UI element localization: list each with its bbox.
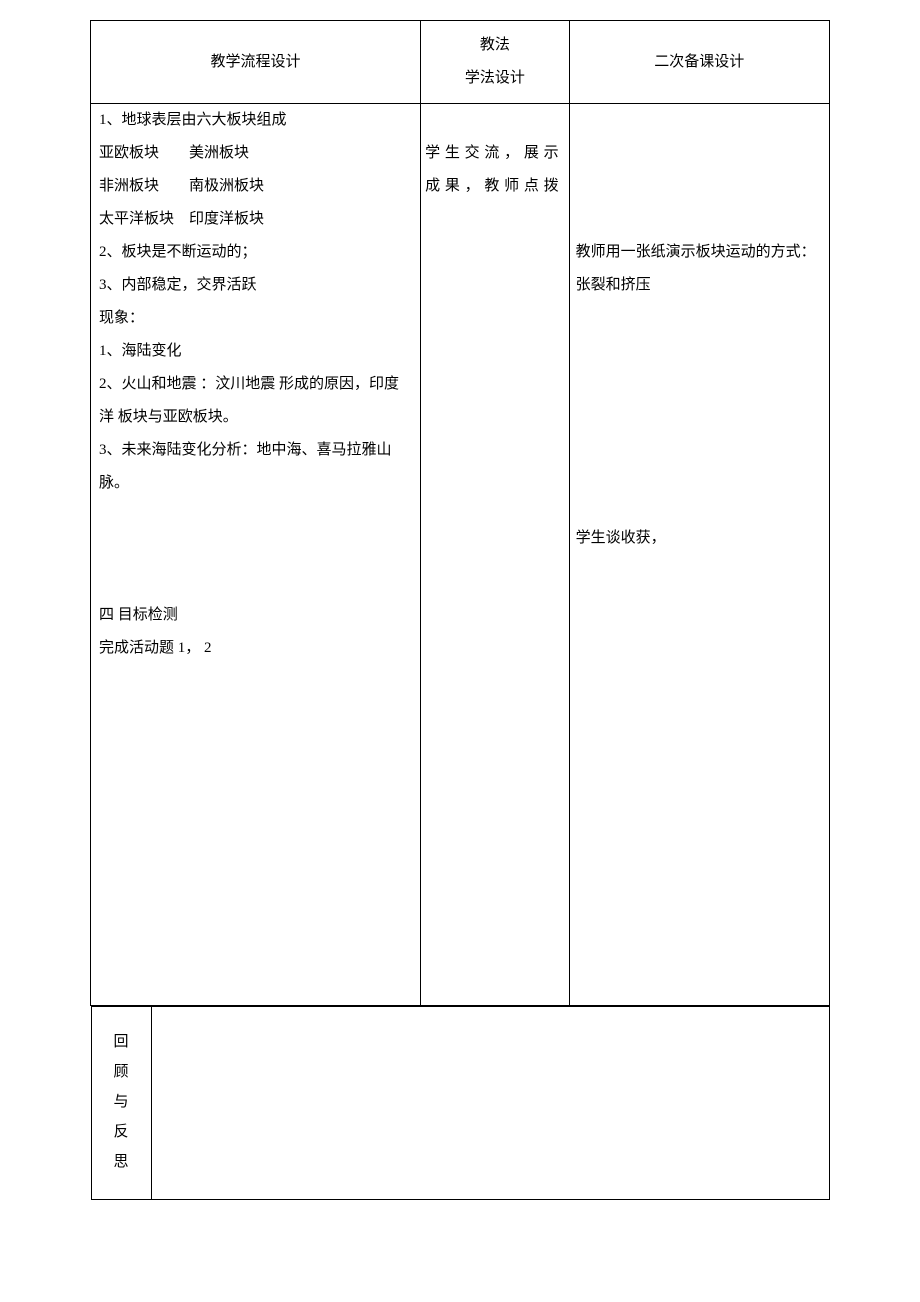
spacer-2 (95, 533, 412, 566)
header-col2-line2: 学法设计 (425, 62, 564, 95)
secondary-text-1: 教师用一张纸演示板块运动的方式：张裂和挤压 (574, 236, 821, 302)
content-line-5: 2、板块是不断运动的； (95, 236, 412, 269)
review-reflect-label: 回 顾 与 反 思 (91, 1007, 151, 1200)
header-row: 教学流程设计 教法 学法设计 二次备课设计 (91, 21, 830, 104)
spacer-3 (95, 566, 412, 599)
header-col2: 教法 学法设计 (421, 21, 569, 104)
label-char-4: 反 (113, 1117, 128, 1147)
content-line-1: 1、地球表层由六大板块组成 (95, 104, 412, 137)
lesson-plan-table: 教学流程设计 教法 学法设计 二次备课设计 1、地球表层由六大板块组成 亚欧板块… (90, 20, 830, 1200)
secondary-prep-content: 教师用一张纸演示板块运动的方式：张裂和挤压 学生谈收获， (569, 104, 829, 1006)
col2-spacer (425, 104, 560, 137)
col3-spacer-1 (574, 104, 821, 236)
label-char-3: 与 (113, 1087, 128, 1117)
content-line-6: 3、内部稳定，交界活跃 (95, 269, 412, 302)
content-line-9: 2、火山和地震 ：汶川地震 形成的原因，印度洋 板块与亚欧板块。 (95, 368, 412, 434)
secondary-text-2: 学生谈收获， (574, 522, 821, 555)
content-line-3: 非洲板块 南极洲板块 (95, 170, 412, 203)
label-char-2: 顾 (113, 1057, 128, 1087)
method-content: 学生交流，展示成果，教师点拨 (421, 104, 569, 1006)
label-char-5: 思 (113, 1147, 128, 1177)
method-text-1: 学生交流，展示成果，教师点拨 (425, 137, 560, 203)
header-col1-text: 教学流程设计 (211, 54, 301, 70)
col3-spacer-2 (574, 302, 821, 522)
main-table: 教学流程设计 教法 学法设计 二次备课设计 1、地球表层由六大板块组成 亚欧板块… (90, 20, 830, 1200)
content-line-11: 四 目标检测 (95, 599, 412, 632)
teaching-flow-content: 1、地球表层由六大板块组成 亚欧板块 美洲板块 非洲板块 南极洲板块 太平洋板块… (91, 104, 421, 1006)
header-col3: 二次备课设计 (569, 21, 829, 104)
label-char-1: 回 (113, 1027, 128, 1057)
vertical-label: 回 顾 与 反 思 (113, 1027, 128, 1177)
content-line-2: 亚欧板块 美洲板块 (95, 137, 412, 170)
content-line-4: 太平洋板块 印度洋板块 (95, 203, 412, 236)
content-line-7: 现象： (95, 302, 412, 335)
header-col1: 教学流程设计 (91, 21, 421, 104)
footer-container: 回 顾 与 反 思 (91, 1006, 830, 1201)
content-line-10: 3、未来海陆变化分析：地中海、喜马拉雅山脉。 (95, 434, 412, 500)
header-col2-line1: 教法 (425, 29, 564, 62)
content-line-12: 完成活动题 1， 2 (95, 632, 412, 665)
footer-inner-row: 回 顾 与 反 思 (91, 1007, 829, 1200)
spacer-bottom (95, 665, 412, 1005)
review-reflect-content (151, 1007, 829, 1200)
footer-table: 回 顾 与 反 思 (91, 1006, 830, 1200)
spacer-1 (95, 500, 412, 533)
content-row: 1、地球表层由六大板块组成 亚欧板块 美洲板块 非洲板块 南极洲板块 太平洋板块… (91, 104, 830, 1006)
footer-row: 回 顾 与 反 思 (91, 1006, 830, 1201)
content-line-8: 1、海陆变化 (95, 335, 412, 368)
header-col3-text: 二次备课设计 (654, 54, 744, 70)
